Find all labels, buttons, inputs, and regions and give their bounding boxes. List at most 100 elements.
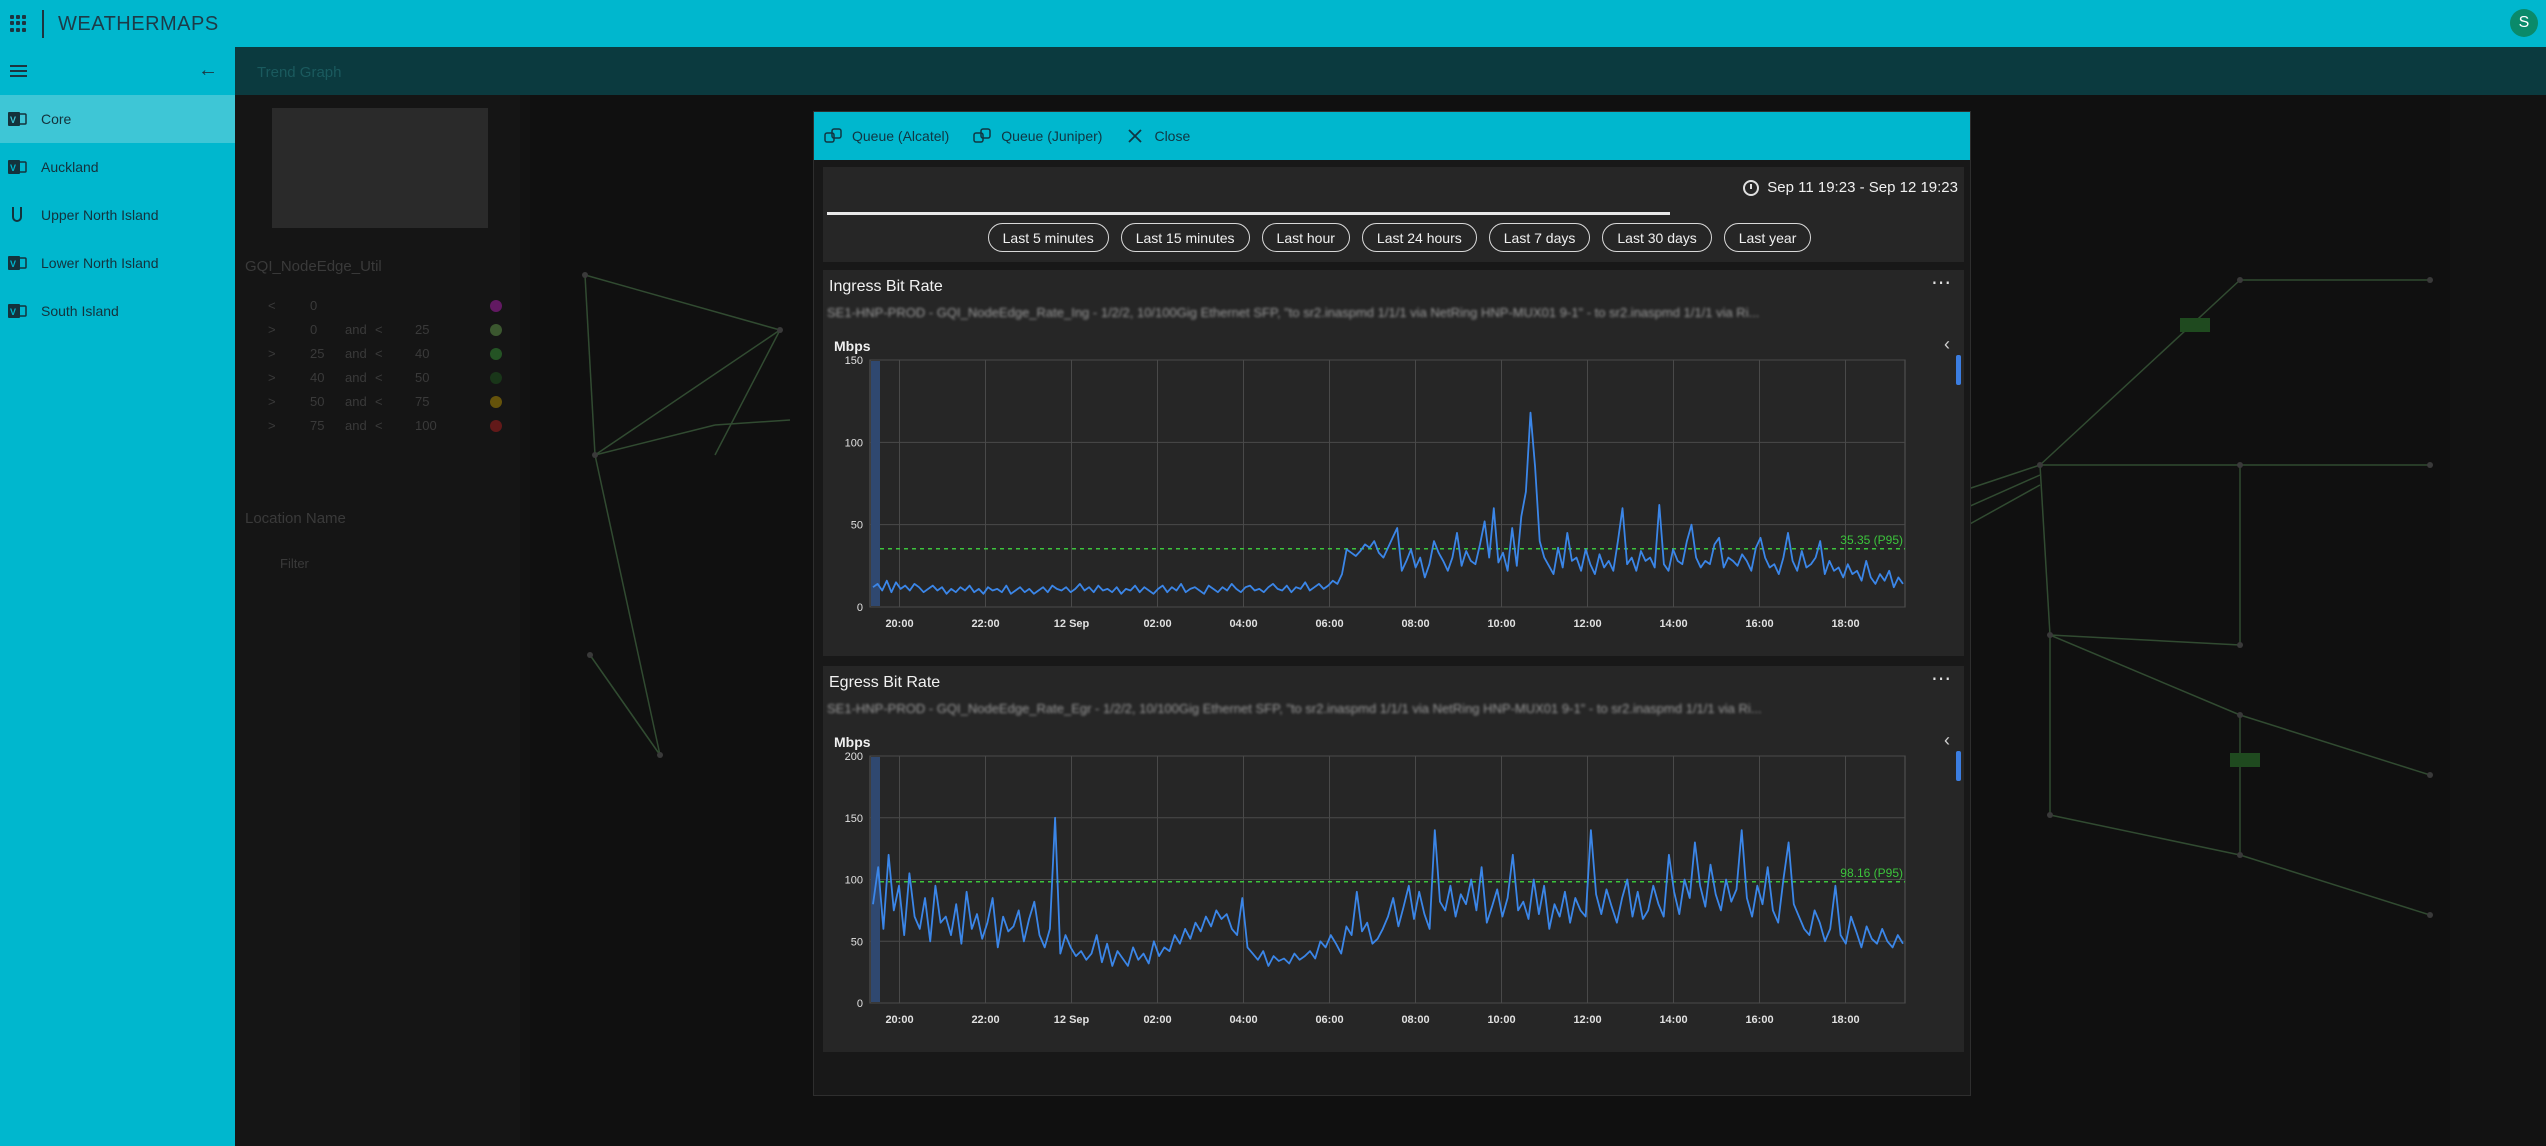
legend-cell: <	[375, 394, 383, 409]
x-tick-label: 16:00	[1745, 618, 1773, 630]
time-range-slider[interactable]	[827, 212, 1670, 215]
sidebar-item-south-island[interactable]: V South Island	[0, 287, 235, 335]
egress-chart: 0 50 100 150 200 20:00 22:00 12 Sep 02:00 04:00 06…	[845, 751, 1906, 1026]
ingress-chart-panel: Ingress Bit Rate ⋯ SE1-HNP-PROD - GQI_No…	[823, 270, 1964, 656]
modal-toolbar: Queue (Alcatel) Queue (Juniper) Close	[814, 112, 1970, 160]
background-thumbnail	[272, 108, 488, 228]
user-avatar[interactable]: S	[2510, 9, 2538, 37]
legend-cell: 50	[310, 394, 325, 409]
y-tick-label: 50	[851, 520, 863, 532]
legend-cell: 0	[310, 298, 318, 313]
plot-area	[869, 359, 1906, 608]
link-icon	[824, 128, 842, 143]
close-button[interactable]: Close	[1126, 127, 1190, 145]
back-arrow-icon[interactable]: ←	[198, 59, 218, 82]
y-tick-label: 150	[845, 813, 863, 825]
chevron-left-icon[interactable]: ‹	[1944, 334, 1950, 355]
legend-cell: 100	[415, 418, 437, 433]
map-link	[594, 329, 781, 456]
map-node	[2037, 462, 2043, 468]
time-range-label: Sep 11 19:23 - Sep 12 19:23	[1767, 179, 1958, 196]
topbar-divider	[42, 10, 44, 38]
range-button-last-year[interactable]: Last year	[1723, 223, 1812, 252]
legend-cell: <	[375, 418, 383, 433]
map-node	[777, 327, 783, 333]
legend-color-dot	[490, 300, 502, 312]
map-node	[582, 272, 588, 278]
sidebar-item-upper-north-island[interactable]: Upper North Island	[0, 191, 235, 239]
sidebar-item-label: Upper North Island	[41, 207, 159, 223]
time-range-panel: Sep 11 19:23 - Sep 12 19:23 Last 5 minut…	[823, 167, 1964, 262]
ingress-chart: 0 50 100 150 20:00 22:00 12 Sep 02:00 04:00 06:00…	[845, 355, 1906, 630]
visio-icon: V	[8, 160, 27, 174]
map-node	[2427, 462, 2433, 468]
visio-icon: V	[8, 256, 27, 270]
sidebar-item-label: Auckland	[41, 159, 99, 175]
y-tick-label: 200	[845, 751, 863, 763]
chevron-left-icon[interactable]: ‹	[1944, 730, 1950, 751]
legend-cell: >	[268, 370, 276, 385]
legend-cell: 75	[310, 418, 325, 433]
x-tick-label: 18:00	[1831, 618, 1859, 630]
legend-cell: 0	[310, 322, 318, 337]
map-node	[2237, 712, 2243, 718]
chart-subtitle: SE1-HNP-PROD - GQI_NodeEdge_Rate_Ing - 1…	[827, 305, 1760, 320]
magnet-icon	[12, 207, 22, 222]
chart-title: Egress Bit Rate	[829, 674, 941, 691]
more-options-icon[interactable]: ⋯	[1931, 270, 1952, 295]
map-node	[2427, 912, 2433, 918]
queue-juniper-button[interactable]: Queue (Juniper)	[973, 127, 1102, 145]
x-tick-label: 02:00	[1143, 618, 1171, 630]
map-node	[2237, 462, 2243, 468]
sidebar-item-core[interactable]: V Core	[0, 95, 235, 143]
x-tick-label: 22:00	[971, 1014, 999, 1026]
time-range-picker[interactable]: Sep 11 19:23 - Sep 12 19:23	[1743, 179, 1958, 196]
more-options-icon[interactable]: ⋯	[1931, 666, 1952, 691]
map-link	[584, 274, 781, 331]
map-node	[2047, 632, 2053, 638]
range-button-last-7-days[interactable]: Last 7 days	[1488, 223, 1591, 252]
background-filter-panel	[235, 95, 520, 1146]
map-link	[2049, 814, 2241, 856]
y-tick-label: 50	[851, 936, 863, 948]
x-tick-label: 08:00	[1401, 1014, 1429, 1026]
sidebar-item-lower-north-island[interactable]: V Lower North Island	[0, 239, 235, 287]
x-tick-label: 12 Sep	[1054, 1014, 1090, 1026]
map-node	[2237, 277, 2243, 283]
map-link	[714, 419, 791, 426]
background-filter-placeholder: Filter	[280, 556, 309, 571]
legend-cell: 40	[310, 370, 325, 385]
legend-cell: and	[345, 370, 367, 385]
x-tick-label: 04:00	[1229, 1014, 1257, 1026]
x-tick-label: 04:00	[1229, 618, 1257, 630]
legend-cell: 25	[310, 346, 325, 361]
y-tick-label: 100	[845, 875, 863, 887]
p95-reference-label: 98.16 (P95)	[1840, 866, 1903, 880]
chart-subtitle: SE1-HNP-PROD - GQI_NodeEdge_Rate_Egr - 1…	[827, 701, 1762, 716]
range-button-last-hour[interactable]: Last hour	[1261, 223, 1350, 252]
range-button-last-24-hours[interactable]: Last 24 hours	[1361, 223, 1477, 252]
chart-unit-label: Mbps	[834, 338, 871, 354]
map-link	[2049, 634, 2241, 716]
map-node	[592, 452, 598, 458]
y-tick-label: 0	[857, 602, 863, 614]
x-tick-label: 02:00	[1143, 1014, 1171, 1026]
range-button-last-5-minutes[interactable]: Last 5 minutes	[987, 223, 1109, 252]
range-buttons: Last 5 minutes Last 15 minutes Last hour…	[823, 223, 1964, 252]
range-button-last-15-minutes[interactable]: Last 15 minutes	[1120, 223, 1250, 252]
sidebar-item-auckland[interactable]: V Auckland	[0, 143, 235, 191]
app-launcher-icon[interactable]	[10, 15, 27, 32]
x-tick-label: 20:00	[885, 618, 913, 630]
trend-graph-modal: Queue (Alcatel) Queue (Juniper) Close Se…	[813, 111, 1971, 1096]
map-node	[2237, 642, 2243, 648]
range-button-last-30-days[interactable]: Last 30 days	[1602, 223, 1712, 252]
legend-cell: and	[345, 418, 367, 433]
menu-icon[interactable]	[10, 65, 27, 80]
y-tick-label: 0	[857, 998, 863, 1010]
svg-text:V: V	[10, 163, 16, 173]
clock-icon	[1743, 179, 1760, 196]
background-location-title: Location Name	[245, 510, 346, 527]
queue-alcatel-button[interactable]: Queue (Alcatel)	[824, 127, 949, 145]
legend-cell: <	[375, 322, 383, 337]
close-label: Close	[1154, 128, 1191, 144]
